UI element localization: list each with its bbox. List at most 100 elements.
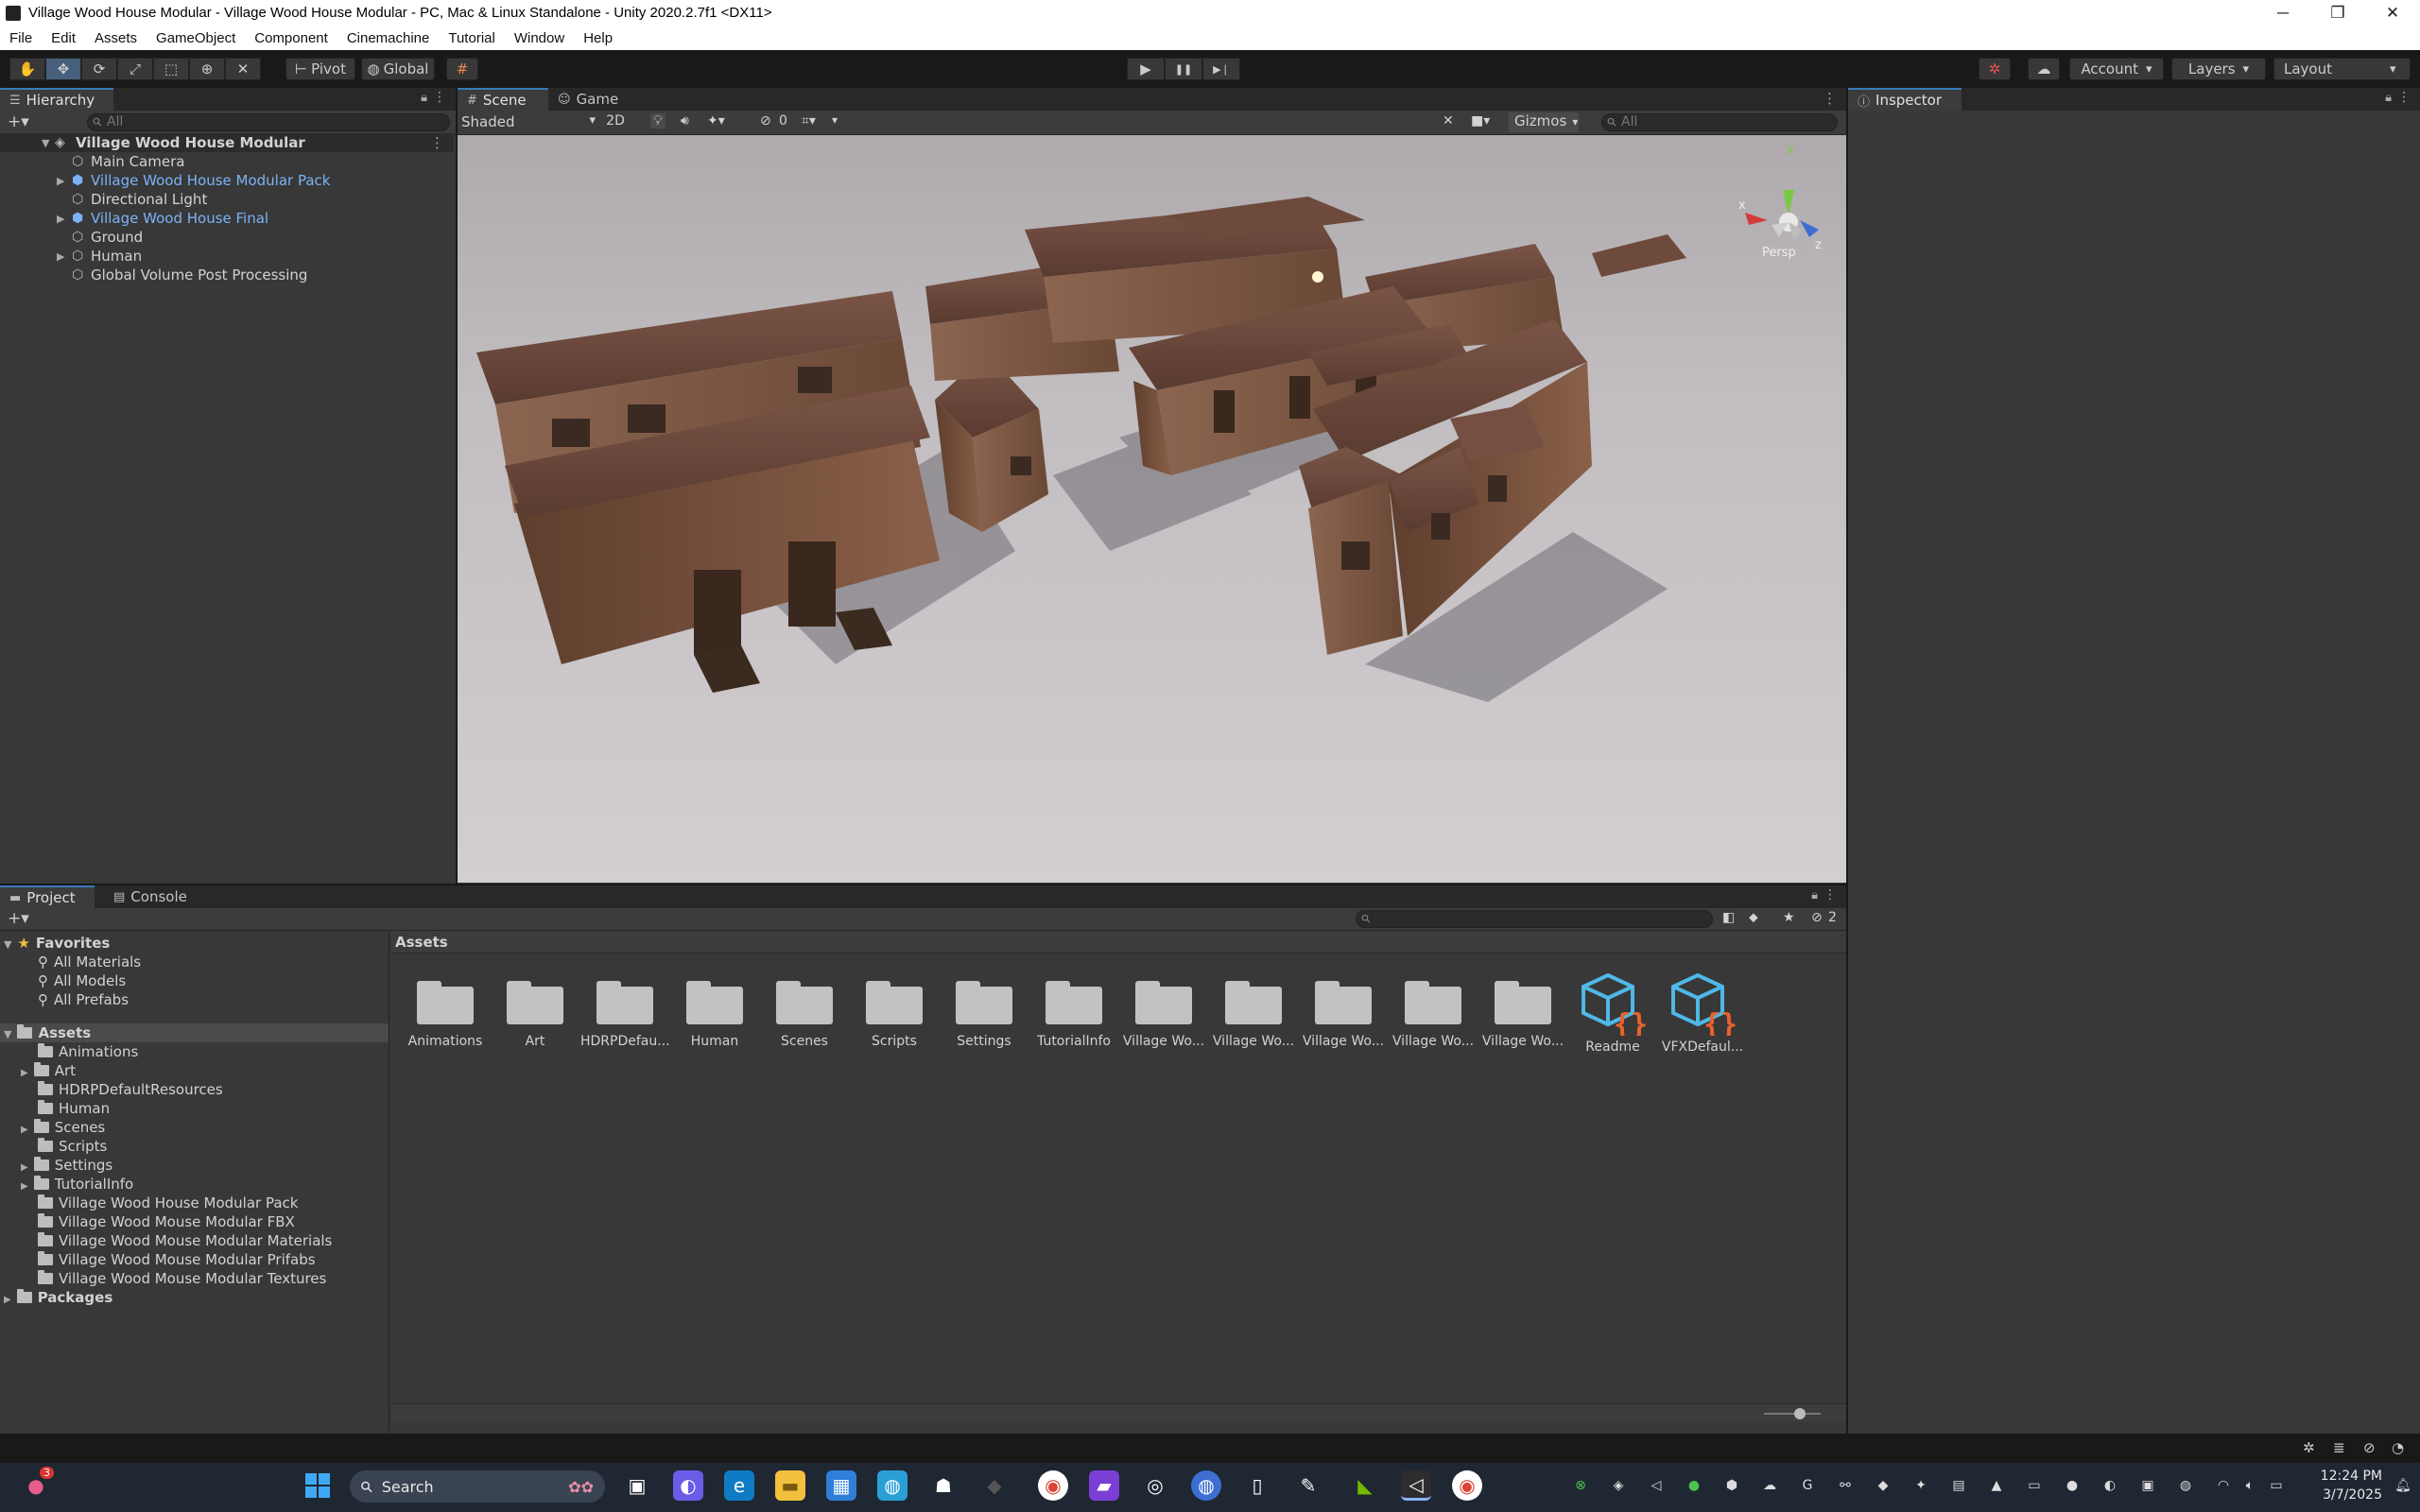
alien-app-icon[interactable]: ☗ [928,1470,959,1501]
hierarchy-item[interactable]: ⬡ Ground [0,228,454,247]
rect-tool-icon[interactable]: ⬚ [153,58,189,80]
tray-app-icon[interactable]: ◈ [1609,1476,1628,1495]
asset-folder-item[interactable]: Village Wood House Modular Pack [38,1194,298,1212]
breadcrumb-assets[interactable]: Assets [395,934,448,951]
close-button[interactable]: ✕ [2365,0,2420,26]
2d-toggle[interactable]: 2D [601,113,630,132]
pivot-toggle[interactable]: ⊢ Pivot [285,58,355,80]
tab-scene[interactable]: # Scene [458,88,548,111]
tray-app10-icon[interactable]: ◍ [2176,1476,2195,1495]
cache-server-icon[interactable]: ≣ [2333,1439,2345,1456]
grammarly-icon[interactable]: G [1798,1476,1817,1495]
chrome-icon[interactable]: ◉ [1038,1470,1068,1501]
scale-tool-icon[interactable]: ⤢ [117,58,153,80]
bug-report-icon[interactable]: ✲ [2303,1439,2315,1456]
asset-folder-item[interactable]: Village Wood Mouse Modular FBX [38,1212,295,1231]
search-by-label-icon[interactable]: ⬥ [1749,910,1758,925]
project-search-input[interactable] [1356,910,1713,928]
tray-app6-icon[interactable]: ▭ [2025,1476,2044,1495]
menu-gameobject[interactable]: GameObject [147,30,245,46]
asset-grid-item[interactable]: Art [491,973,579,1049]
scene-viewport[interactable]: y x z Persp [458,135,1846,883]
asset-grid-item[interactable]: Village Wo... [1389,973,1478,1049]
favorites-header[interactable]: ▼ ★ Favorites [4,934,110,953]
tray-link-icon[interactable]: ⚯ [1836,1476,1855,1495]
menu-help[interactable]: Help [574,30,622,46]
obs-icon[interactable]: ◎ [1140,1470,1170,1501]
browser-globe-icon[interactable]: ◍ [877,1470,908,1501]
tray-app2-icon[interactable]: ◆ [1874,1476,1893,1495]
icon-size-slider-handle[interactable] [1794,1408,1806,1419]
packages-root[interactable]: ▶ Packages [4,1288,112,1307]
scene-root-row[interactable]: ▼ ◈ Village Wood House Modular ⋮ [0,133,454,152]
menu-file[interactable]: File [0,30,42,46]
effects-dropdown-icon[interactable]: ✦▾ [707,113,725,129]
asset-folder-item[interactable]: Scripts [38,1137,107,1156]
kebab-menu-icon[interactable]: ⋮ [433,90,446,105]
menu-assets[interactable]: Assets [85,30,147,46]
maximize-button[interactable]: ❐ [2310,0,2365,26]
asset-grid-item[interactable]: Human [670,973,759,1049]
tray-app9-icon[interactable]: ▣ [2138,1476,2157,1495]
dark-app-icon[interactable]: ◆ [979,1470,1010,1501]
hierarchy-item[interactable]: ▶ ⬡ Human [0,247,454,266]
transform-tool-icon[interactable]: ⊕ [189,58,225,80]
copilot-icon[interactable]: ◐ [673,1470,703,1501]
favorite-item[interactable]: ⚲ All Prefabs [38,990,129,1009]
assets-root[interactable]: ▼ Assets [0,1023,389,1042]
tray-shield-icon[interactable]: ⬢ [1722,1476,1741,1495]
file-explorer-icon[interactable]: ▬ [775,1470,805,1501]
menu-cinemachine[interactable]: Cinemachine [337,30,440,46]
asset-folder-item[interactable]: ▶ Scenes [21,1118,105,1137]
asset-grid-item[interactable]: Village Wo... [1119,973,1208,1049]
gizmos-dropdown[interactable]: Gizmos ▾ [1509,112,1579,132]
battery-icon[interactable]: ▭ [2267,1476,2286,1495]
minimize-button[interactable]: ─ [2256,0,2310,26]
globe-app-icon[interactable]: ◍ [1191,1470,1221,1501]
grid-dropdown-icon[interactable]: ⌗▾ [802,113,816,129]
tray-app3-icon[interactable]: ✦ [1911,1476,1930,1495]
widgets-icon[interactable]: ● 3 [21,1467,54,1501]
lighting-toggle-icon[interactable]: 💡︎ [650,113,666,129]
hierarchy-item[interactable]: ⬡ Main Camera [0,152,454,171]
asset-grid-item[interactable]: Settings [940,973,1028,1049]
asset-folder-item[interactable]: HDRPDefaultResources [38,1080,223,1099]
rotate-tool-icon[interactable]: ⟳ [81,58,117,80]
asset-grid-item[interactable]: TutorialInfo [1029,973,1118,1049]
lock-icon[interactable]: 🔒︎ [421,91,427,105]
persp-label[interactable]: Persp [1762,246,1796,260]
play-button[interactable]: ▶ [1127,58,1165,80]
start-windows-icon[interactable] [302,1470,333,1501]
asset-grid-item[interactable]: Village Wo... [1299,973,1388,1049]
tab-game[interactable]: ☺ Game [548,88,633,111]
more-dropdown-icon[interactable]: ▾ [832,113,838,127]
scene-search-input[interactable]: All [1601,113,1838,131]
expand-arrow-icon[interactable]: ▶ [57,213,64,225]
search-by-type-icon[interactable]: ◧ [1722,910,1735,925]
move-tool-icon[interactable]: ✥ [45,58,81,80]
taskbar-clock[interactable]: 12:24 PM 3/7/2025 [2297,1467,2382,1504]
asset-folder-item[interactable]: Animations [38,1042,138,1061]
asset-folder-item[interactable]: Human [38,1099,110,1118]
chrome-profile-icon[interactable]: ◉ [1452,1470,1482,1501]
menu-component[interactable]: Component [245,30,337,46]
pause-button[interactable]: ❚❚ [1165,58,1202,80]
favorite-item[interactable]: ⚲ All Materials [38,953,141,971]
hierarchy-item[interactable]: ⬡ Global Volume Post Processing [0,266,454,284]
expand-arrow-icon[interactable]: ▼ [42,137,49,149]
scene-orientation-gizmo[interactable] [1745,190,1819,241]
auto-generate-lighting-icon[interactable]: ⊘ [2363,1439,2376,1456]
asset-grid-item[interactable]: HDRPDefau... [580,973,670,1049]
hierarchy-item[interactable]: ▶ ⬢ Village Wood House Modular Pack [0,171,454,190]
tab-hierarchy[interactable]: ☰ Hierarchy [0,88,113,111]
volume-icon[interactable]: 🔈︎ [2240,1476,2259,1495]
progress-icon[interactable]: ◔ [2392,1439,2404,1456]
scene-menu-icon[interactable]: ⋮ [430,134,444,151]
asset-grid-item[interactable]: Scenes [760,973,849,1049]
tray-green-icon[interactable]: ● [1685,1476,1703,1495]
nvidia-icon[interactable]: ◣ [1350,1470,1380,1501]
directional-light-icon[interactable] [1312,271,1323,283]
step-button[interactable]: ▶❘ [1202,58,1240,80]
asset-folder-item[interactable]: ▶ Settings [21,1156,112,1175]
hidden-packages-icon[interactable]: ⊘ [1811,910,1823,925]
